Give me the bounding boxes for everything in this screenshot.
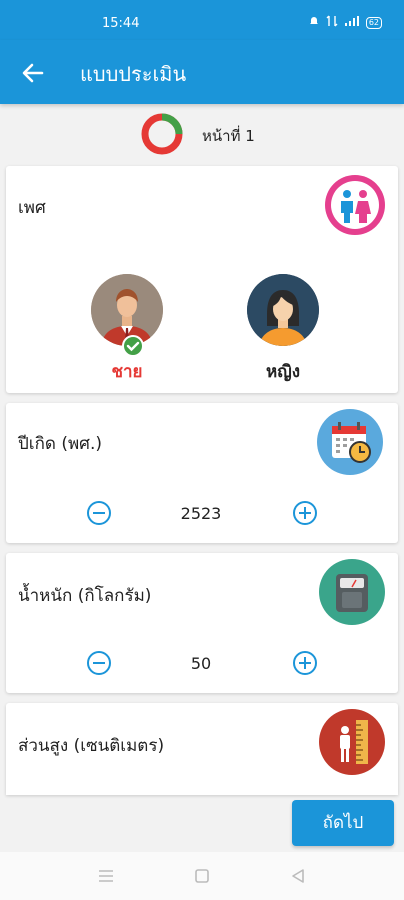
status-time: 15:44 xyxy=(102,16,140,31)
calendar-icon xyxy=(317,409,383,475)
birth-year-value: 2523 xyxy=(180,504,222,523)
weight-value: 50 xyxy=(190,654,212,673)
data-icon xyxy=(326,15,338,30)
signal-icon xyxy=(344,15,360,30)
alarm-icon xyxy=(308,15,320,30)
arrow-left-icon xyxy=(22,63,44,83)
height-title: ส่วนสูง (เซนติเมตร) xyxy=(18,736,165,756)
status-bar: 15:44 62 xyxy=(0,0,404,40)
status-icons: 62 xyxy=(308,15,382,30)
birth-year-increment-button[interactable] xyxy=(292,500,318,526)
gender-option-male[interactable]: ชาย xyxy=(82,274,172,385)
next-button[interactable]: ถัดไป xyxy=(292,800,394,846)
weight-decrement-button[interactable] xyxy=(86,650,112,676)
height-card: ส่วนสูง (เซนติเมตร) xyxy=(6,703,398,795)
check-icon xyxy=(122,335,144,357)
female-label: หญิง xyxy=(266,362,300,382)
system-nav-bar xyxy=(0,852,404,900)
home-icon[interactable] xyxy=(192,866,212,886)
page-number-label: หน้าที่ 1 xyxy=(202,127,255,145)
female-avatar-icon xyxy=(247,274,319,346)
female-avatar xyxy=(247,274,319,346)
app-bar: แบบประเมิน xyxy=(0,40,404,104)
back-nav-icon[interactable] xyxy=(288,866,308,886)
battery-icon: 62 xyxy=(365,16,382,29)
page-indicator: หน้าที่ 1 xyxy=(0,104,404,162)
weight-increment-button[interactable] xyxy=(292,650,318,676)
progress-ring-icon xyxy=(141,113,183,155)
gender-card: เพศ ชาย หญิง xyxy=(6,166,398,393)
gender-title: เพศ xyxy=(18,198,46,218)
weight-card: น้ำหนัก (กิโลกรัม) 50 xyxy=(6,553,398,693)
male-label: ชาย xyxy=(111,362,143,382)
height-ruler-icon xyxy=(319,709,385,775)
birth-year-title: ปีเกิด (พศ.) xyxy=(18,434,103,454)
page-title: แบบประเมิน xyxy=(80,62,187,86)
back-button[interactable] xyxy=(18,58,48,88)
birth-year-card: ปีเกิด (พศ.) 2523 xyxy=(6,403,398,543)
weight-title: น้ำหนัก (กิโลกรัม) xyxy=(18,586,152,606)
scale-icon xyxy=(319,559,385,625)
birth-year-decrement-button[interactable] xyxy=(86,500,112,526)
menu-icon[interactable] xyxy=(96,866,116,886)
gender-option-female[interactable]: หญิง xyxy=(238,274,328,385)
gender-icon xyxy=(325,175,385,235)
